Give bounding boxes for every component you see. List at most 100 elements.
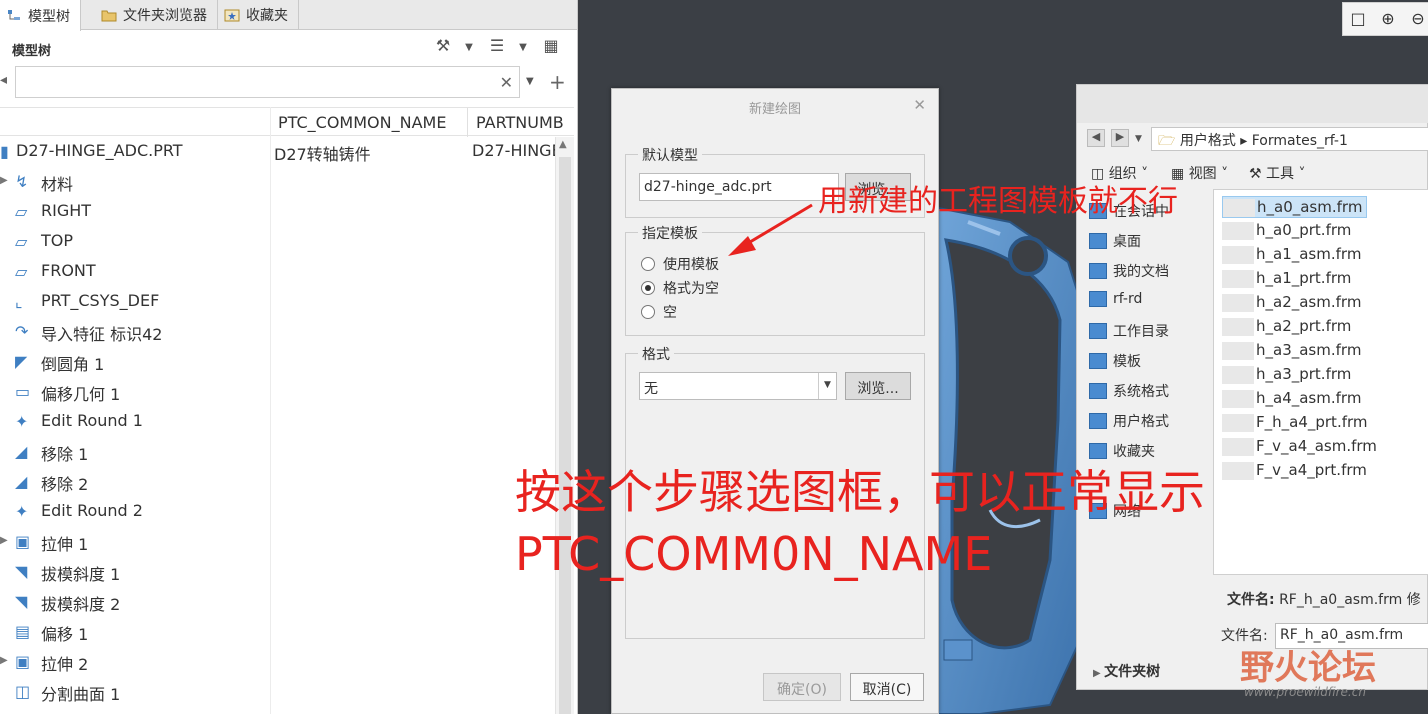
chevron-down-icon[interactable]: ▼: [512, 42, 534, 66]
tree-row[interactable]: ◤ 倒圆角 1: [0, 347, 574, 377]
sidebar-item[interactable]: 收藏夹: [1089, 441, 1155, 461]
draft-icon: ◥: [15, 562, 28, 581]
back-icon[interactable]: ◀: [1087, 129, 1105, 147]
favorites-icon: [1089, 443, 1107, 459]
settings-tools-icon[interactable]: ⚒: [432, 36, 454, 60]
zoom-out-icon[interactable]: ⊖: [1407, 9, 1428, 31]
tree-row[interactable]: ◫ 分割曲面 1: [0, 677, 574, 707]
tree-row[interactable]: ◢ 移除 2: [0, 467, 574, 497]
list-icon[interactable]: ☰: [486, 36, 508, 60]
expand-icon[interactable]: ▶: [0, 655, 8, 666]
tree-row[interactable]: ◥ 拔模斜度 2: [0, 587, 574, 617]
file-item[interactable]: h_a0_prt.frm: [1222, 220, 1355, 242]
tree-row[interactable]: ▱ TOP: [0, 227, 574, 257]
expand-icon[interactable]: ▶: [0, 175, 8, 186]
close-icon[interactable]: ✕: [913, 96, 926, 114]
documents-icon: [1089, 263, 1107, 279]
tree-row-name: D27-HINGE_ADC.PRT: [16, 141, 183, 160]
file-item[interactable]: F_h_a4_prt.frm: [1222, 412, 1372, 434]
tree-row[interactable]: ◥ 拔模斜度 1: [0, 557, 574, 587]
file-icon: [1222, 437, 1254, 456]
browser-titlebar: [1077, 85, 1428, 123]
scroll-up-icon[interactable]: ▲: [559, 139, 567, 150]
tree-row[interactable]: ▭ 偏移几何 1: [0, 377, 574, 407]
tree-row[interactable]: ▶ ↯ 材料: [0, 167, 574, 197]
tab-favorites[interactable]: 收藏夹: [218, 0, 299, 30]
browse-format-button[interactable]: 浏览...: [845, 372, 911, 400]
column-common-name[interactable]: PTC_COMMON_NAME: [278, 113, 464, 132]
tree-row[interactable]: ◢ 移除 1: [0, 437, 574, 467]
zoom-fit-icon[interactable]: □: [1347, 9, 1369, 31]
chevron-down-icon[interactable]: ▼: [526, 76, 534, 87]
breadcrumb[interactable]: 🗁 用户格式 ▸ Formates_rf-1: [1151, 127, 1428, 151]
sidebar-item[interactable]: 系统格式: [1089, 381, 1169, 401]
clear-icon[interactable]: ✕: [500, 73, 513, 92]
tree-row-name: Edit Round 1: [41, 411, 143, 430]
file-item[interactable]: F_v_a4_prt.frm: [1222, 460, 1371, 482]
tree-row[interactable]: ✦ Edit Round 2: [0, 497, 574, 527]
radio-indicator[interactable]: [641, 257, 655, 271]
expand-icon[interactable]: ▶: [0, 535, 8, 546]
radio-use-template[interactable]: 使用模板: [641, 254, 719, 274]
format-select[interactable]: 无 ▼: [639, 372, 837, 400]
vertical-scrollbar[interactable]: ▲: [555, 137, 574, 714]
cancel-button[interactable]: 取消(C): [850, 673, 924, 701]
chevron-down-icon[interactable]: ▼: [1135, 134, 1142, 144]
file-name: h_a1_prt.frm: [1256, 269, 1352, 287]
tree-row[interactable]: ▮ D27-HINGE_ADC.PRT D27转轴铸件 D27-HINGE: [0, 137, 574, 167]
filter-icon[interactable]: ◂: [0, 72, 7, 88]
sidebar-item-label: 收藏夹: [1113, 444, 1155, 460]
tab-model-tree[interactable]: 模型树: [0, 0, 81, 31]
tree-row[interactable]: ⌞ PRT_CSYS_DEF: [0, 287, 574, 317]
forward-icon[interactable]: ▶: [1111, 129, 1129, 147]
tree-row[interactable]: ↷ 导入特征 标识42: [0, 317, 574, 347]
dialog-title: 新建绘图: [748, 102, 801, 117]
file-item[interactable]: h_a0_asm.frm: [1222, 196, 1368, 218]
file-item[interactable]: F_v_a4_asm.frm: [1222, 436, 1381, 458]
tools-button[interactable]: ⚒ 工具 ˅: [1249, 163, 1305, 183]
default-model-input[interactable]: d27-hinge_adc.prt: [639, 173, 839, 201]
tree-row[interactable]: ✦ Edit Round 1: [0, 407, 574, 437]
radio-empty[interactable]: 空: [641, 302, 677, 322]
tree-row[interactable]: ▱ FRONT: [0, 257, 574, 287]
tree-row[interactable]: ▶ ▣ 拉伸 1: [0, 527, 574, 557]
sidebar-item[interactable]: 用户格式: [1089, 411, 1169, 431]
tree-row[interactable]: ▱ RIGHT: [0, 197, 574, 227]
chevron-down-icon[interactable]: ▼: [458, 42, 480, 66]
view-button[interactable]: ▦ 视图 ˅: [1171, 163, 1228, 183]
folder-icon: 🗁: [1158, 133, 1176, 149]
radio-empty-with-format[interactable]: 格式为空: [641, 278, 719, 298]
column-partnumber[interactable]: PARTNUMB: [476, 113, 572, 132]
file-icon: [1222, 365, 1254, 384]
scrollbar-thumb[interactable]: [559, 157, 571, 714]
file-item[interactable]: h_a3_asm.frm: [1222, 340, 1365, 362]
file-icon: [1222, 461, 1254, 480]
tree-row[interactable]: ▤ 偏移 1: [0, 617, 574, 647]
file-item[interactable]: h_a1_asm.frm: [1222, 244, 1365, 266]
folder-tree-toggle[interactable]: ▶ 文件夹树: [1093, 661, 1160, 681]
tree-row-name: 导入特征 标识42: [41, 325, 163, 344]
tab-folder-browser[interactable]: 文件夹浏览器: [81, 0, 218, 30]
sidebar-item[interactable]: rf-rd: [1089, 291, 1142, 307]
ok-button[interactable]: 确定(O): [763, 673, 841, 701]
tree-filter-input[interactable]: ✕: [15, 66, 520, 98]
radio-indicator[interactable]: [641, 305, 655, 319]
tree-row[interactable]: ▶ ▣ 拉伸 2: [0, 647, 574, 677]
file-item[interactable]: h_a2_asm.frm: [1222, 292, 1365, 314]
sidebar-item[interactable]: 工作目录: [1089, 321, 1169, 341]
file-item[interactable]: h_a2_prt.frm: [1222, 316, 1355, 338]
sidebar-item[interactable]: 我的文档: [1089, 261, 1169, 281]
add-icon[interactable]: +: [549, 70, 566, 94]
sidebar-item[interactable]: 桌面: [1089, 231, 1141, 251]
tree-row-name: 材料: [41, 175, 74, 194]
show-hide-icon[interactable]: ▦: [540, 36, 562, 60]
chevron-down-icon[interactable]: ▼: [818, 373, 836, 399]
round-icon: ◤: [15, 352, 28, 371]
file-item[interactable]: h_a1_prt.frm: [1222, 268, 1355, 290]
file-item[interactable]: h_a4_asm.frm: [1222, 388, 1365, 410]
radio-indicator[interactable]: [641, 281, 655, 295]
sidebar-item[interactable]: 模板: [1089, 351, 1141, 371]
zoom-in-icon[interactable]: ⊕: [1377, 9, 1399, 31]
file-browser-window: ◀ ▶ ▼ 🗁 用户格式 ▸ Formates_rf-1 ◫ 组织 ˅ ▦ 视图…: [1076, 84, 1428, 690]
file-item[interactable]: h_a3_prt.frm: [1222, 364, 1355, 386]
